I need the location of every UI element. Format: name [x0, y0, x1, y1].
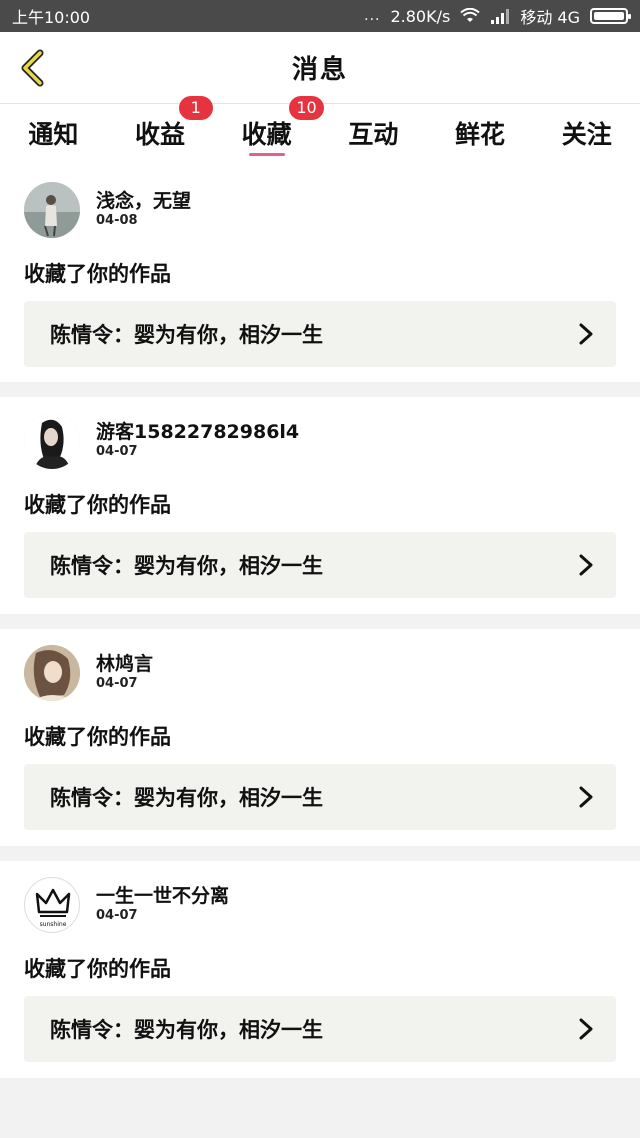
battery-icon [590, 8, 631, 24]
username[interactable]: 游客15822782986l4 [96, 417, 299, 444]
signal-icon [491, 9, 510, 24]
wifi-icon [460, 8, 480, 22]
avatar[interactable]: sunshine [24, 877, 80, 933]
avatar[interactable] [24, 182, 80, 238]
chevron-right-icon [579, 554, 593, 576]
tab-label: 收藏 [241, 120, 292, 149]
status-indicators: ... 2.80K/s 移动 4G [364, 4, 631, 28]
work-link[interactable]: 陈情令：婴为有你，相汐一生 [24, 301, 616, 367]
action-text: 收藏了你的作品 [24, 493, 171, 517]
crown-icon: sunshine [35, 888, 71, 928]
page-title: 消息 [291, 55, 348, 85]
work-title: 陈情令：婴为有你，相汐一生 [50, 554, 323, 578]
status-time: 上午10:00 [12, 8, 91, 27]
list-item: 游客15822782986l4 04-07 收藏了你的作品 陈情令：婴为有你，相… [0, 397, 640, 614]
username[interactable]: 浅念，无望 [96, 186, 191, 213]
active-tab-indicator [248, 153, 285, 156]
work-link[interactable]: 陈情令：婴为有你，相汐一生 [24, 764, 616, 830]
header: 消息 [0, 32, 640, 104]
avatar[interactable] [24, 413, 80, 469]
tab-interactions[interactable]: 互动 [320, 104, 427, 166]
work-title: 陈情令：婴为有你，相汐一生 [50, 1018, 323, 1042]
avatar[interactable] [24, 645, 80, 701]
status-dots: ... [364, 8, 381, 24]
username[interactable]: 一生一世不分离 [96, 881, 229, 908]
avatar-text: sunshine [40, 921, 67, 928]
work-link[interactable]: 陈情令：婴为有你，相汐一生 [24, 532, 616, 598]
tab-label: 关注 [561, 120, 612, 149]
work-link[interactable]: 陈情令：婴为有你，相汐一生 [24, 996, 616, 1062]
timestamp: 04-07 [96, 908, 138, 923]
work-title: 陈情令：婴为有你，相汐一生 [50, 786, 323, 810]
status-bar: 上午10:00 ... 2.80K/s 移动 4G [0, 0, 640, 32]
tab-label: 互动 [348, 120, 399, 149]
network-speed: 2.80K/s [390, 6, 451, 26]
tab-earnings[interactable]: 收益 1 [107, 96, 214, 166]
list-item: sunshine 一生一世不分离 04-07 收藏了你的作品 陈情令：婴为有你，… [0, 861, 640, 1078]
list-item: 浅念，无望 04-08 收藏了你的作品 陈情令：婴为有你，相汐一生 [0, 166, 640, 382]
work-title: 陈情令：婴为有你，相汐一生 [50, 323, 323, 347]
timestamp: 04-07 [96, 676, 138, 691]
action-text: 收藏了你的作品 [24, 957, 171, 981]
timestamp: 04-07 [96, 444, 138, 459]
tab-favorites[interactable]: 收藏 10 [213, 96, 324, 166]
tab-label: 鲜花 [455, 120, 506, 149]
tab-bar: 通知 收益 1 收藏 10 互动 鲜花 关注 [0, 96, 640, 166]
action-text: 收藏了你的作品 [24, 725, 171, 749]
message-list: 浅念，无望 04-08 收藏了你的作品 陈情令：婴为有你，相汐一生 游客1582… [0, 166, 640, 1093]
timestamp: 04-08 [96, 213, 138, 228]
chevron-right-icon [579, 786, 593, 808]
list-item: 林鸠言 04-07 收藏了你的作品 陈情令：婴为有你，相汐一生 [0, 629, 640, 846]
tab-label: 收益 [135, 120, 186, 149]
tab-follows[interactable]: 关注 [533, 104, 640, 166]
tab-notifications[interactable]: 通知 [0, 104, 107, 166]
back-button[interactable] [14, 48, 50, 88]
unread-badge: 10 [289, 96, 324, 120]
tab-label: 通知 [28, 120, 79, 149]
tab-flowers[interactable]: 鲜花 [427, 104, 534, 166]
chevron-left-icon [21, 49, 44, 87]
action-text: 收藏了你的作品 [24, 262, 171, 286]
chevron-right-icon [579, 1018, 593, 1040]
username[interactable]: 林鸠言 [96, 649, 153, 676]
unread-badge: 1 [178, 96, 213, 120]
carrier-label: 移动 4G [520, 8, 580, 27]
chevron-right-icon [579, 323, 593, 345]
